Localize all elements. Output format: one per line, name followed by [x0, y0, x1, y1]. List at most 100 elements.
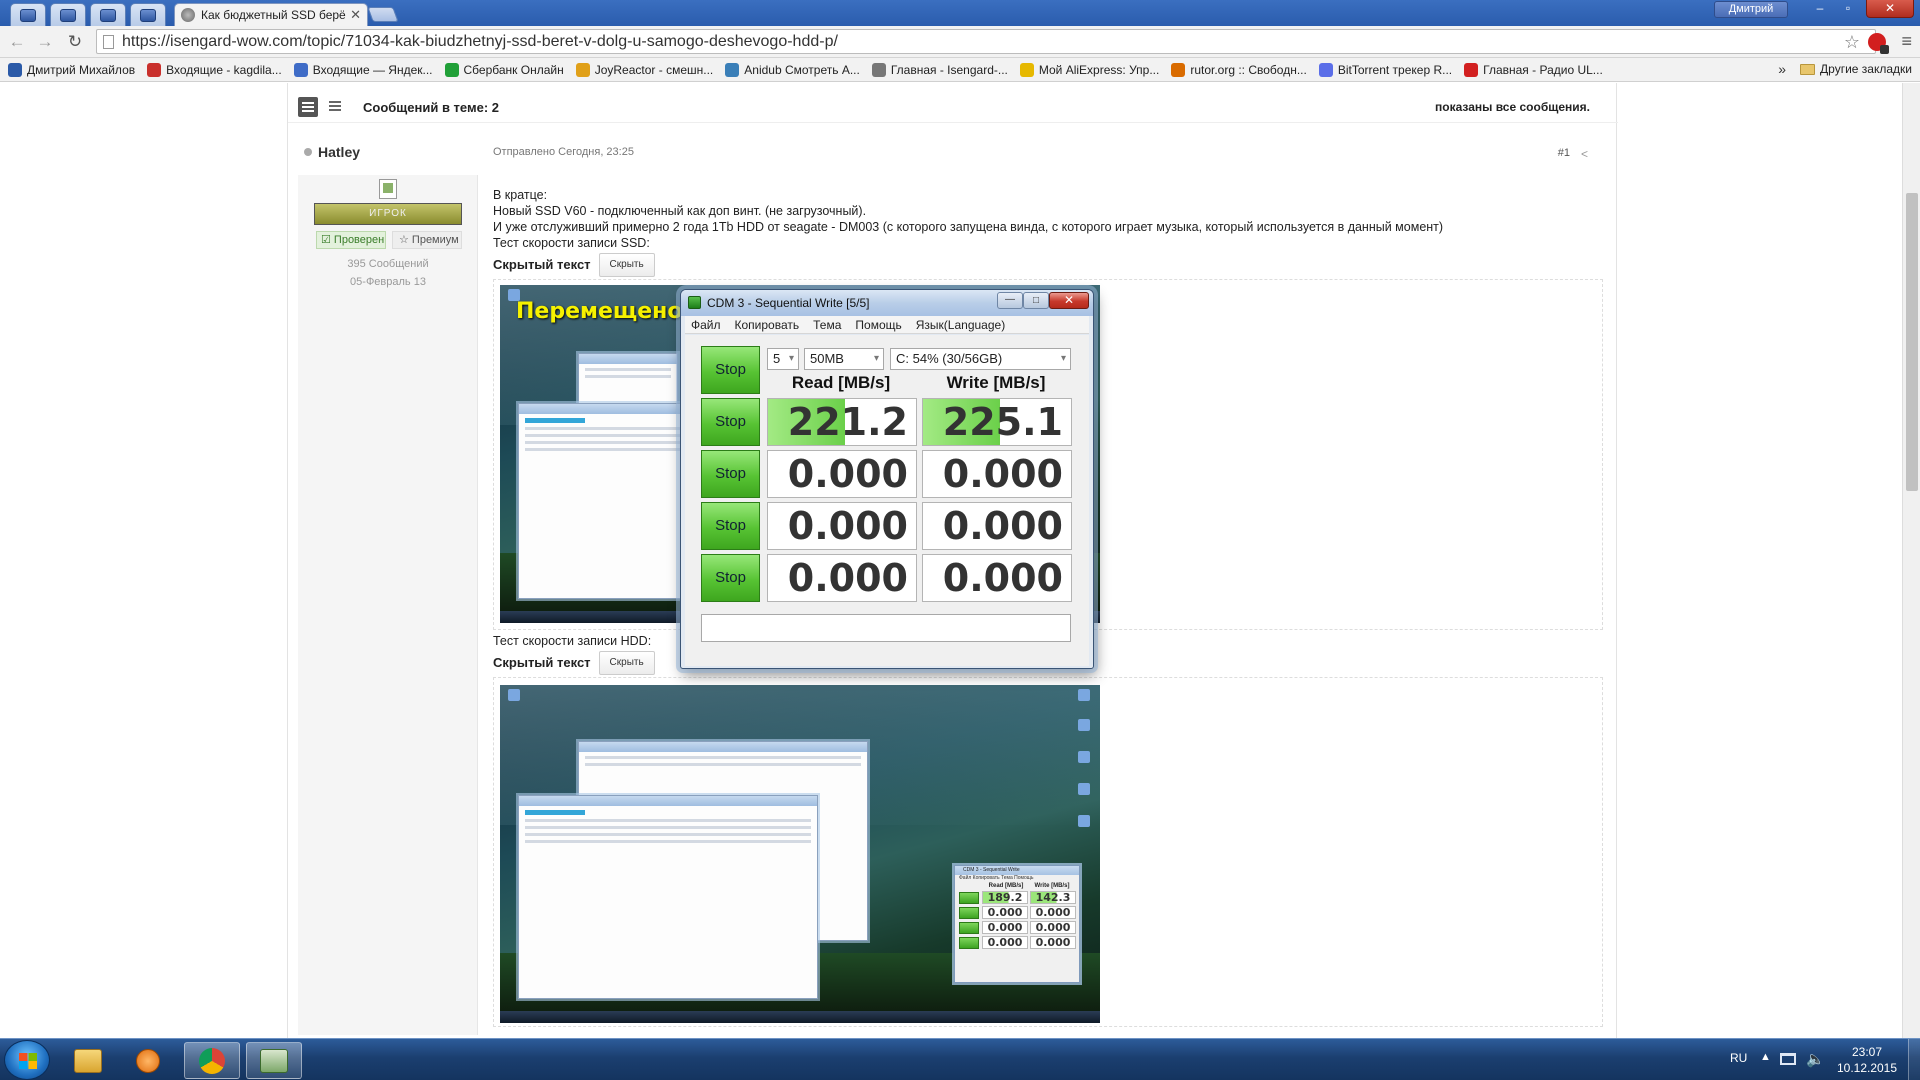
hdd-screenshot[interactable]: CDM 3 - Sequential Write Файл Копировать… [500, 685, 1100, 1023]
taskbar-chrome[interactable] [184, 1042, 240, 1079]
bookmark-favicon-icon [725, 62, 740, 77]
reload-button[interactable]: ↻ [64, 31, 86, 53]
topic-shown-status: показаны все сообщения. [1435, 100, 1590, 114]
cdm-drive-select[interactable]: C: 54% (30/56GB) [890, 348, 1071, 370]
browser-tab-strip: Как бюджетный SSD берё ✕ Дмитрий – ▫ ✕ [0, 0, 1920, 26]
active-tab[interactable]: Как бюджетный SSD берё ✕ [174, 3, 368, 26]
url-text[interactable]: https://isengard-wow.com/topic/71034-kak… [122, 33, 838, 51]
bookmark-favicon-icon [8, 62, 22, 77]
bookmark-item[interactable]: Дмитрий Михайлов [8, 62, 135, 77]
bookmark-label: BitTorrent трекер R... [1337, 62, 1453, 77]
bookmark-favicon-icon [575, 62, 590, 77]
spoiler-hide-button[interactable]: Скрыть [598, 651, 655, 675]
cdm-minimize-button[interactable]: — [997, 292, 1023, 309]
bookmark-item[interactable]: Входящие — Яндек... [293, 62, 433, 77]
cdm-menu-theme[interactable]: Тема [813, 318, 841, 332]
bookmark-item[interactable]: JoyReactor - смешн... [575, 62, 713, 77]
scrollbar-thumb[interactable] [1906, 193, 1918, 491]
mini-cdm-stop-button [959, 906, 979, 919]
post-author[interactable]: Hatley [318, 144, 360, 160]
show-desktop-button[interactable] [1908, 1039, 1920, 1080]
show-hidden-icons-button[interactable]: ▲ [1760, 1051, 1771, 1063]
cdm-titlebar[interactable]: CDM 3 - Sequential Write [5/5] — □ ✕ [681, 290, 1093, 316]
pinned-tab[interactable] [50, 3, 86, 26]
extension-icon[interactable] [1868, 33, 1889, 54]
bookmark-star-icon[interactable]: ☆ [1844, 32, 1860, 53]
windows-taskbar: RU ▲ 🔈 23:07 10.12.2015 [0, 1038, 1920, 1080]
cdm-app-icon [688, 296, 701, 309]
mini-window-titlebar [579, 742, 867, 752]
bookmark-item[interactable]: Входящие - kagdila... [147, 62, 282, 77]
forward-button[interactable]: → [34, 31, 56, 53]
bookmark-item[interactable]: Сбербанк Онлайн [444, 62, 564, 77]
bookmarks-overflow-button[interactable]: » [1778, 61, 1786, 77]
taskbar-explorer[interactable] [60, 1042, 116, 1079]
cdm-4k-stop-button[interactable]: Stop [701, 502, 760, 550]
bookmark-item[interactable]: Мой AliExpress: Упр... [1019, 62, 1159, 77]
bookmark-favicon-icon [1171, 62, 1186, 77]
clock-date[interactable]: 10.12.2015 [1832, 1060, 1902, 1076]
pinned-tab[interactable] [10, 3, 46, 26]
cdm-count-select[interactable]: 5 [767, 348, 799, 370]
bookmark-item[interactable]: Anidub Смотреть А... [725, 62, 860, 77]
volume-icon[interactable]: 🔈 [1806, 1050, 1825, 1068]
window-close-button[interactable]: ✕ [1866, 0, 1914, 18]
pinned-tab-icon [100, 8, 116, 22]
cdm-size-select[interactable]: 50MB [804, 348, 884, 370]
other-bookmarks-folder[interactable]: Другие закладки [1800, 62, 1912, 76]
bookmark-item[interactable]: rutor.org :: Свободн... [1171, 62, 1307, 77]
cdm-seq-stop-button[interactable]: Stop [701, 398, 760, 446]
desktop-chrome-icon [1078, 689, 1090, 701]
cdm-comment-field[interactable] [701, 614, 1071, 642]
cdm-menu-help[interactable]: Помощь [855, 318, 901, 332]
linear-view-icon[interactable] [298, 97, 318, 117]
taskbar-media-player[interactable] [120, 1042, 176, 1079]
language-indicator[interactable]: RU [1730, 1051, 1747, 1065]
network-icon[interactable] [1780, 1053, 1796, 1065]
cdm-4k-qd32-stop-button[interactable]: Stop [701, 554, 760, 602]
bookmark-label: Главная - Isengard-... [890, 62, 1008, 77]
cdm-menu-language[interactable]: Язык(Language) [916, 318, 1005, 332]
mini-window-line [585, 756, 861, 759]
window-minimize-button[interactable]: – [1806, 0, 1834, 18]
mini-cdm-write-value: 0.000 [1030, 906, 1076, 919]
page-scrollbar[interactable] [1902, 83, 1920, 1038]
cdm-512k-stop-button[interactable]: Stop [701, 450, 760, 498]
profile-button[interactable]: Дмитрий [1714, 1, 1788, 18]
spoiler-hide-button[interactable]: Скрыть [598, 253, 655, 277]
bookmark-item[interactable]: Главная - Радио UL... [1464, 62, 1603, 77]
pinned-tab[interactable] [130, 3, 166, 26]
tab-close-icon[interactable]: ✕ [350, 7, 361, 23]
new-tab-button[interactable] [367, 7, 399, 22]
pinned-tab[interactable] [90, 3, 126, 26]
mini-window-line [585, 368, 671, 371]
clock-time[interactable]: 23:07 [1832, 1044, 1902, 1060]
mini-crystaldiskmark-window: CDM 3 - Sequential Write Файл Копировать… [954, 865, 1080, 983]
mini-cdm-write-header: Write [MB/s] [1034, 883, 1070, 889]
back-button[interactable]: ← [6, 31, 28, 53]
bookmark-item[interactable]: Главная - Isengard-... [871, 62, 1008, 77]
address-bar[interactable]: https://isengard-wow.com/topic/71034-kak… [96, 29, 1876, 54]
browser-menu-icon[interactable]: ≡ [1901, 31, 1912, 52]
cdm-menu-copy[interactable]: Копировать [735, 318, 800, 332]
cdm-menu-bar: Файл Копировать Тема Помощь Язык(Languag… [685, 316, 1089, 334]
bookmark-favicon-icon [1019, 62, 1034, 77]
post-text-line: И уже отслуживший примерно 2 года 1Tb HD… [493, 220, 1444, 234]
cdm-all-stop-button[interactable]: Stop [701, 346, 760, 394]
folder-icon [1800, 63, 1816, 75]
list-view-icon[interactable] [328, 99, 342, 113]
start-button[interactable] [4, 1040, 50, 1080]
bookmark-item[interactable]: BitTorrent трекер R... [1318, 62, 1453, 77]
post-number-link[interactable]: #1 [1558, 147, 1570, 159]
taskbar-crystaldiskmark[interactable] [246, 1042, 302, 1079]
share-icon[interactable]: < [1581, 147, 1588, 161]
bookmark-favicon-icon [147, 62, 162, 77]
cdm-maximize-button[interactable]: □ [1023, 292, 1049, 309]
bookmark-label: Anidub Смотреть А... [744, 62, 860, 77]
avatar[interactable] [379, 179, 397, 199]
post-body: В кратце: Новый SSD V60 - подключенный к… [493, 187, 1603, 277]
window-maximize-button[interactable]: ▫ [1834, 0, 1862, 18]
cdm-close-button[interactable]: ✕ [1049, 292, 1089, 309]
cdm-menu-file[interactable]: Файл [691, 318, 721, 332]
folder-icon [74, 1048, 102, 1073]
